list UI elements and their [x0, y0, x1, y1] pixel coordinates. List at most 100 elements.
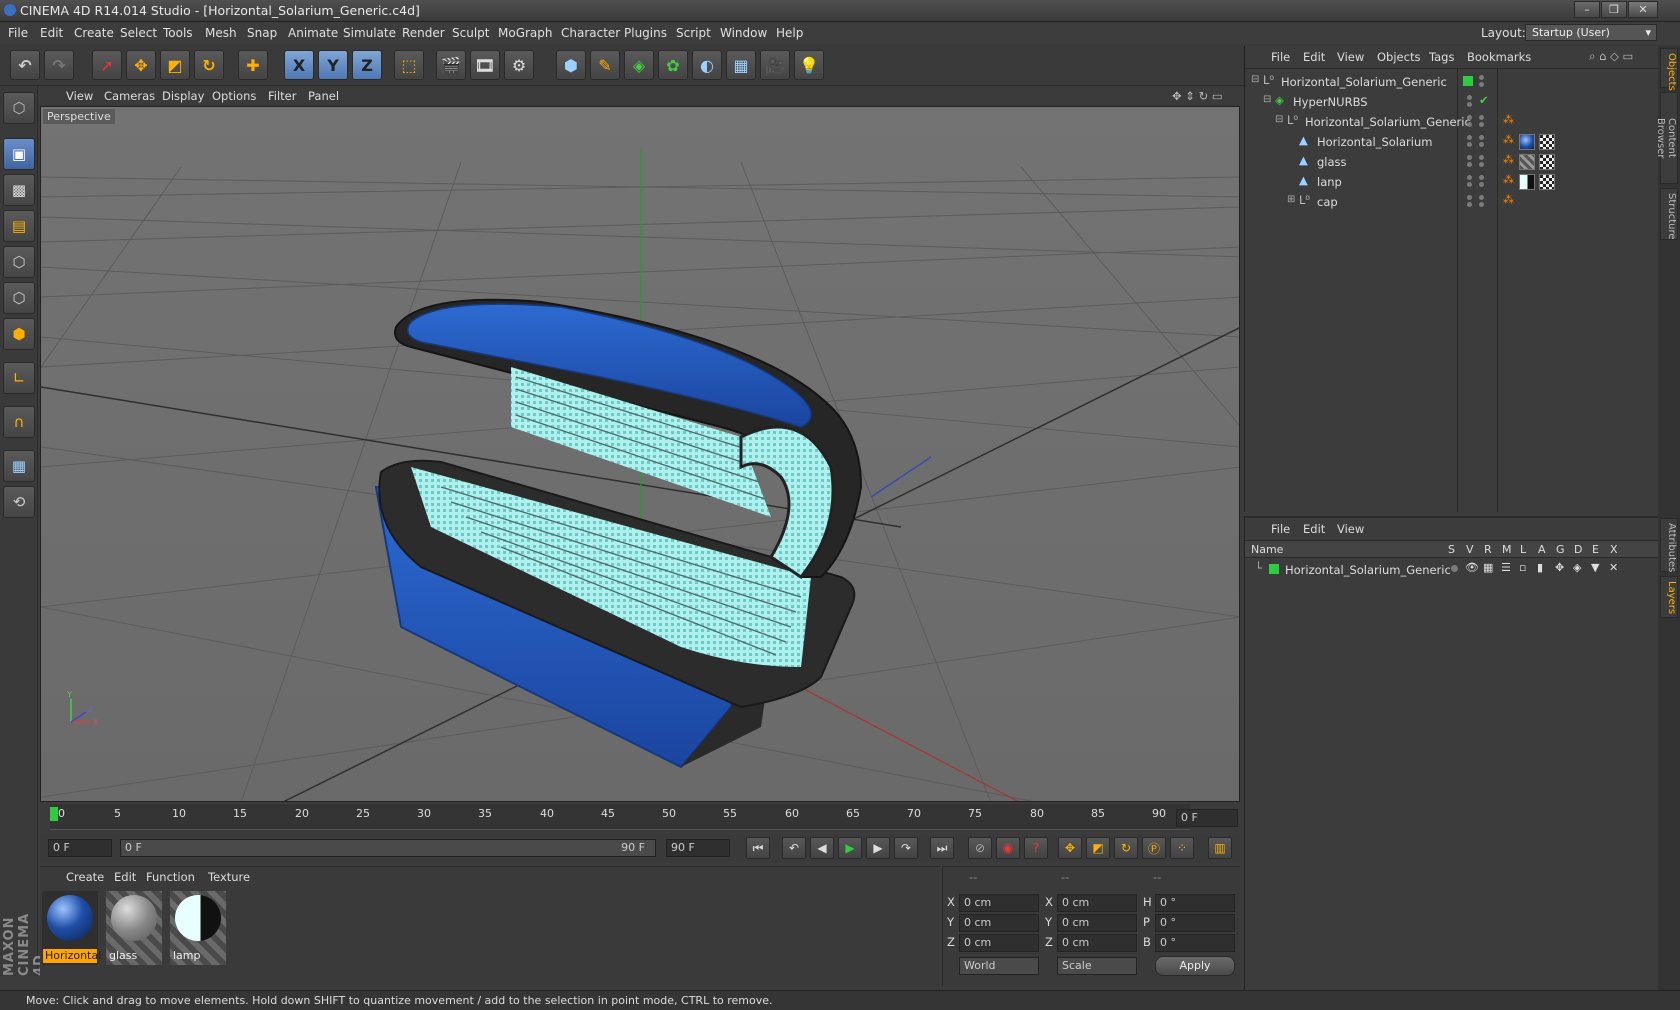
layer-menu-view[interactable]: View [1337, 522, 1364, 536]
rotation-p-field[interactable]: 0 ° [1155, 914, 1235, 932]
material-swatch-glass[interactable]: glass [106, 891, 162, 965]
menu-create[interactable]: Create [74, 26, 114, 40]
column-view[interactable]: V [1466, 543, 1474, 556]
column-name[interactable]: Name [1251, 543, 1283, 556]
menu-mograph[interactable]: MoGraph [498, 26, 553, 40]
search-icon[interactable]: ⌕ ⌂ ◇ ▭ [1589, 49, 1633, 64]
timeline-ruler[interactable]: 0 5 10 15 20 25 30 35 40 45 50 55 60 65 … [40, 804, 1240, 832]
edges-mode-icon[interactable]: ⬡ [3, 282, 35, 314]
go-to-start-icon[interactable]: ⏮ [746, 837, 770, 859]
layer-color-swatch[interactable] [1269, 564, 1279, 574]
subdivision-surface-icon[interactable]: ◈ [624, 50, 654, 80]
column-solo[interactable]: S [1448, 543, 1455, 556]
generators-toggle-icon[interactable]: ✥ [1555, 561, 1564, 574]
model-mode-icon[interactable]: ▣ [3, 138, 35, 170]
texture-mode-icon[interactable]: ▩ [3, 174, 35, 206]
points-mode-icon[interactable]: ⬡ [3, 246, 35, 278]
uvw-tag-icon[interactable] [1539, 134, 1555, 150]
solo-toggle[interactable] [1451, 565, 1458, 572]
column-manager[interactable]: M [1502, 543, 1512, 556]
phong-tag-icon[interactable]: ⁂ [1503, 113, 1514, 126]
layer-menu-edit[interactable]: Edit [1303, 522, 1325, 536]
redo-icon[interactable]: ↷ [44, 50, 74, 80]
collapse-icon[interactable]: ⊟ [1263, 94, 1271, 105]
column-expressions[interactable]: E [1592, 543, 1599, 556]
next-keyframe-icon[interactable]: ↷ [894, 837, 918, 859]
perspective-viewport[interactable]: Y X Z Perspective [40, 106, 1240, 802]
menu-simulate[interactable]: Simulate [343, 26, 396, 40]
collapse-icon[interactable]: ⊟ [1275, 114, 1283, 125]
deformer-icon[interactable]: ◐ [692, 50, 722, 80]
make-editable-icon[interactable]: ⬡ [3, 92, 35, 124]
material-menu-function[interactable]: Function [146, 870, 195, 884]
material-swatch-lamp[interactable]: lamp [170, 891, 226, 965]
play-icon[interactable]: ▶ [838, 837, 862, 859]
go-to-end-icon[interactable]: ⏭ [930, 837, 954, 859]
expand-icon[interactable]: ⊞ [1287, 194, 1295, 205]
position-x-field[interactable]: 0 cm [959, 894, 1039, 912]
viewport-menu-filter[interactable]: Filter [268, 89, 296, 103]
key-rotation-icon[interactable]: ↻ [1114, 837, 1138, 859]
undo-icon[interactable]: ↶ [10, 50, 40, 80]
material-tag-icon[interactable] [1519, 134, 1535, 150]
object-row[interactable]: ⊟ L⁰ Horizontal_Solarium_Generic ⁂ [1245, 112, 1659, 132]
visible-toggle-icon[interactable]: 👁 [1465, 561, 1479, 574]
menu-character[interactable]: Character [561, 26, 620, 40]
position-z-field[interactable]: 0 cm [959, 934, 1039, 952]
scale-icon[interactable]: ◩ [160, 50, 190, 80]
key-parameter-icon[interactable]: Ⓟ [1142, 837, 1166, 859]
object-name[interactable]: HyperNURBS [1293, 95, 1368, 109]
phong-tag-icon[interactable]: ⁂ [1503, 153, 1514, 166]
lock-toggle-icon[interactable]: ▫ [1519, 561, 1526, 574]
playhead[interactable] [50, 807, 58, 821]
edit-render-settings-icon[interactable]: ⚙ [504, 50, 534, 80]
snap-icon[interactable]: ∩ [3, 406, 35, 438]
object-name[interactable]: Horizontal_Solarium_Generic [1281, 75, 1447, 89]
menu-snap[interactable]: Snap [247, 26, 277, 40]
viewport-menu-view[interactable]: View [66, 89, 93, 103]
x-axis-icon[interactable]: X [284, 50, 314, 80]
add-icon[interactable]: ✚ [238, 50, 268, 80]
polygons-mode-icon[interactable]: ⬢ [3, 318, 35, 350]
size-x-field[interactable]: 0 cm [1057, 894, 1137, 912]
phong-tag-icon[interactable]: ⁂ [1503, 133, 1514, 146]
phong-tag-icon[interactable]: ⁂ [1503, 193, 1514, 206]
previous-frame-icon[interactable]: ◀ [810, 837, 834, 859]
workplane-icon[interactable]: ▤ [3, 210, 35, 242]
z-axis-icon[interactable]: Z [352, 50, 382, 80]
workplane-lock-icon[interactable]: ▦ [3, 450, 35, 482]
render-picture-viewer-icon[interactable]: 🎞 [470, 50, 500, 80]
object-name[interactable]: Horizontal_Solarium [1317, 135, 1432, 149]
live-selection-icon[interactable]: ➚ [92, 50, 122, 80]
menu-select[interactable]: Select [120, 26, 157, 40]
tab-layers[interactable]: Layers [1660, 576, 1678, 618]
size-y-field[interactable]: 0 cm [1057, 914, 1137, 932]
viewport-menu-display[interactable]: Display [162, 89, 204, 103]
rotate-icon[interactable]: ↻ [194, 50, 224, 80]
rotation-h-field[interactable]: 0 ° [1155, 894, 1235, 912]
grid-snap-icon[interactable]: ⟲ [3, 486, 35, 518]
menu-help[interactable]: Help [776, 26, 803, 40]
objects-menu-file[interactable]: File [1271, 50, 1290, 64]
object-name[interactable]: glass [1317, 155, 1347, 169]
tab-content-browser[interactable]: Content Browser [1655, 92, 1678, 184]
menu-file[interactable]: File [8, 26, 28, 40]
viewport-menu-options[interactable]: Options [212, 89, 256, 103]
object-row[interactable]: ⊞ L⁰ cap ⁂ [1245, 192, 1659, 212]
collapse-icon[interactable]: ⊟ [1251, 74, 1259, 85]
menu-animate[interactable]: Animate [288, 26, 338, 40]
menu-sculpt[interactable]: Sculpt [452, 26, 489, 40]
light-icon[interactable]: 💡 [794, 50, 824, 80]
floor-icon[interactable]: ▦ [726, 50, 756, 80]
layout-dropdown[interactable]: Startup (User) ▾ [1525, 24, 1657, 41]
object-row[interactable]: ⊟ ◈ HyperNURBS ✔ [1245, 92, 1659, 112]
object-row[interactable]: ⊟ L⁰ Horizontal_Solarium_Generic [1245, 72, 1659, 92]
material-swatch-horizontal[interactable]: Horizontal [42, 891, 101, 965]
objects-menu-view[interactable]: View [1337, 50, 1364, 64]
checkmark-icon[interactable]: ✔ [1479, 93, 1489, 107]
end-frame-field[interactable]: 90 F [666, 839, 730, 857]
object-name[interactable]: lanp [1317, 175, 1342, 189]
menu-edit[interactable]: Edit [40, 26, 63, 40]
menu-plugins[interactable]: Plugins [624, 26, 667, 40]
column-generators[interactable]: G [1556, 543, 1565, 556]
